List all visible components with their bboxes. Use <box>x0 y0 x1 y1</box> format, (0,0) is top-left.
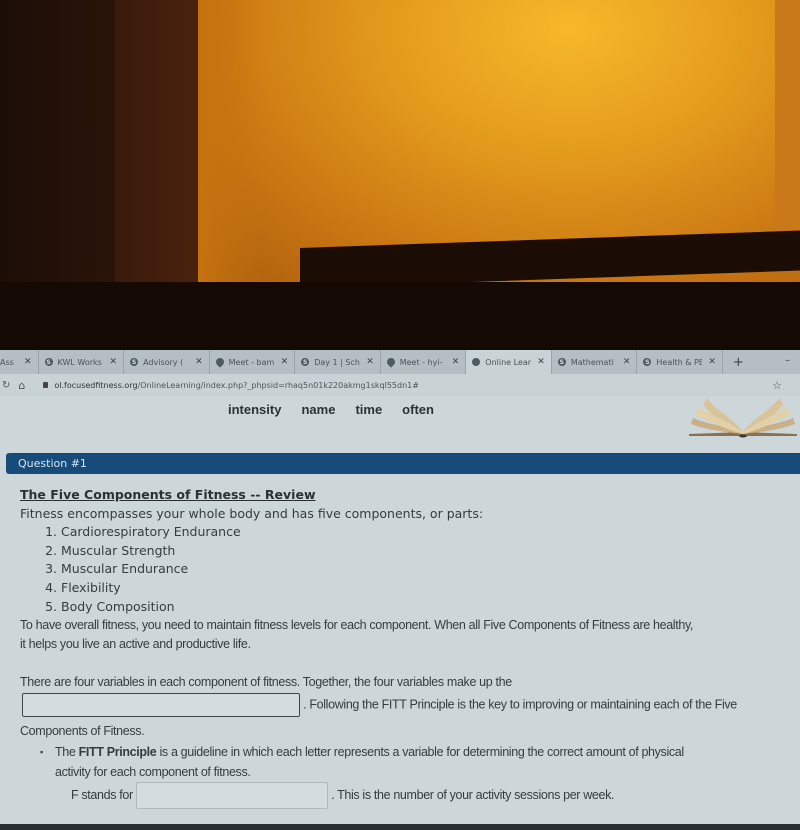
room-background <box>0 0 800 350</box>
taskbar <box>0 824 800 830</box>
tab-title: Online Lear <box>485 357 532 367</box>
browser-tab[interactable]: S KWL Works ✕ <box>39 350 125 374</box>
question-body: The Five Components of Fitness -- Review… <box>20 486 800 809</box>
tab-title: Ass <box>0 357 14 367</box>
wall-shadow <box>198 0 263 290</box>
components-list: Cardiorespiratory Endurance Muscular Str… <box>20 523 800 616</box>
close-tab-icon[interactable]: ✕ <box>195 357 203 367</box>
globe-icon <box>472 358 481 366</box>
tab-bar: Ass ✕ S KWL Works ✕ S Advisory (✕ Meet - bam ✕ S D… <box>0 350 800 374</box>
browser-tab[interactable]: Meet - hyi- ✕ <box>381 350 467 374</box>
new-tab-button[interactable]: + <box>733 355 744 370</box>
address-bar: ↻ ⌂ ol.focusedfitness.org/OnlineLearning… <box>0 374 800 396</box>
browser-tab[interactable]: S Health & PE ✕ <box>637 350 723 374</box>
section-title: The Five Components of Fitness -- Review <box>20 487 316 502</box>
f-stands-for-input[interactable] <box>135 781 328 809</box>
close-tab-icon[interactable]: ✕ <box>623 357 631 367</box>
tab-title: Advisory ( <box>143 357 184 367</box>
word-bank-item[interactable]: name <box>301 402 335 417</box>
tab-title: Meet - bam <box>228 357 275 367</box>
word-bank: intensity name time often <box>228 402 454 417</box>
dark-wall <box>0 0 115 290</box>
tab-title: Day 1 | Scho <box>314 357 361 367</box>
url-domain: ol.focusedfitness.org <box>54 380 138 390</box>
home-icon[interactable]: ⌂ <box>18 379 25 392</box>
question-header: Question #1 <box>6 453 800 474</box>
meet-pin-icon <box>385 356 397 368</box>
minimize-button[interactable]: – <box>785 355 790 366</box>
url-field[interactable]: ol.focusedfitness.org/OnlineLearning/ind… <box>54 381 419 390</box>
fitt-principle-answer-input[interactable] <box>22 692 300 717</box>
tab-title: KWL Works <box>57 357 102 367</box>
component-item: Muscular Endurance <box>61 560 800 579</box>
browser-tab[interactable]: S Day 1 | Scho ✕ <box>295 350 381 374</box>
variables-text-line3: Components of Fitness. <box>20 723 145 738</box>
close-tab-icon[interactable]: ✕ <box>708 357 716 367</box>
fitt-principle-term: FITT Principle <box>78 744 157 759</box>
component-item: Muscular Strength <box>61 542 800 561</box>
word-bank-item[interactable]: often <box>402 402 434 417</box>
f-stands-for-line: F stands for . This is the number of you… <box>20 781 800 809</box>
fitt-bullet-line2: activity for each component of fitness. <box>55 765 251 780</box>
s-logo-icon: S <box>643 358 652 366</box>
tab-title: Health & PE <box>656 357 703 367</box>
lock-icon <box>43 382 49 388</box>
close-tab-icon[interactable]: ✕ <box>110 357 118 367</box>
fitt-text-rest: is a guideline in which each letter repr… <box>156 744 684 759</box>
browser-tab[interactable]: S Advisory ( ✕ <box>124 350 210 374</box>
browser-tab[interactable]: Ass ✕ <box>0 350 39 374</box>
door-frame <box>115 0 200 290</box>
word-bank-item[interactable]: intensity <box>228 402 281 417</box>
close-tab-icon[interactable]: ✕ <box>24 357 32 367</box>
intro-text: Fitness encompasses your whole body and … <box>20 505 484 521</box>
browser-tab[interactable]: Meet - bam ✕ <box>210 350 296 374</box>
s-logo-icon: S <box>130 358 139 366</box>
meet-pin-icon <box>213 356 226 368</box>
close-tab-icon[interactable]: ✕ <box>366 357 374 367</box>
s-logo-icon: S <box>301 358 310 366</box>
f-description: . This is the number of your activity se… <box>331 787 615 802</box>
component-item: Flexibility <box>61 579 800 598</box>
wall-corner <box>775 0 800 250</box>
f-label: F stands for <box>71 787 133 802</box>
bookmark-star-icon[interactable]: ☆ <box>772 379 782 392</box>
desk-shadow <box>0 282 800 350</box>
fitt-bullet: The FITT Principle is a guideline in whi… <box>20 743 800 762</box>
tab-title: Meet - hyi- <box>399 357 443 367</box>
fitt-text-the: The <box>55 744 79 759</box>
component-item: Body Composition <box>61 598 800 617</box>
tab-title: Mathemati <box>570 357 614 367</box>
browser-tab[interactable]: Online Lear ✕ <box>466 350 552 374</box>
variables-text-line2: . Following the FITT Principle is the ke… <box>303 697 737 712</box>
page-content: intensity name time often Question #1 Th… <box>0 396 800 830</box>
variables-text-line1: There are four variables in each compone… <box>20 675 512 690</box>
overall-text-line1: To have overall fitness, you need to mai… <box>20 618 694 633</box>
s-logo-icon: S <box>44 358 53 366</box>
s-logo-icon: S <box>557 358 566 366</box>
laptop-screen: Ass ✕ S KWL Works ✕ S Advisory (✕ Meet - bam ✕ S D… <box>0 350 800 830</box>
open-book-icon <box>689 398 797 438</box>
reload-icon[interactable]: ↻ <box>2 380 10 391</box>
word-bank-item[interactable]: time <box>355 402 382 417</box>
browser-tab[interactable]: S Mathemati ✕ <box>552 350 638 374</box>
overall-text-line2: it helps you live an active and producti… <box>20 636 251 651</box>
url-path: /OnlineLearning/index.php?_phpsid=rhaq5n… <box>137 380 419 390</box>
close-tab-icon[interactable]: ✕ <box>452 357 460 367</box>
close-tab-icon[interactable]: ✕ <box>537 357 545 367</box>
component-item: Cardiorespiratory Endurance <box>61 523 800 542</box>
close-tab-icon[interactable]: ✕ <box>281 357 289 367</box>
